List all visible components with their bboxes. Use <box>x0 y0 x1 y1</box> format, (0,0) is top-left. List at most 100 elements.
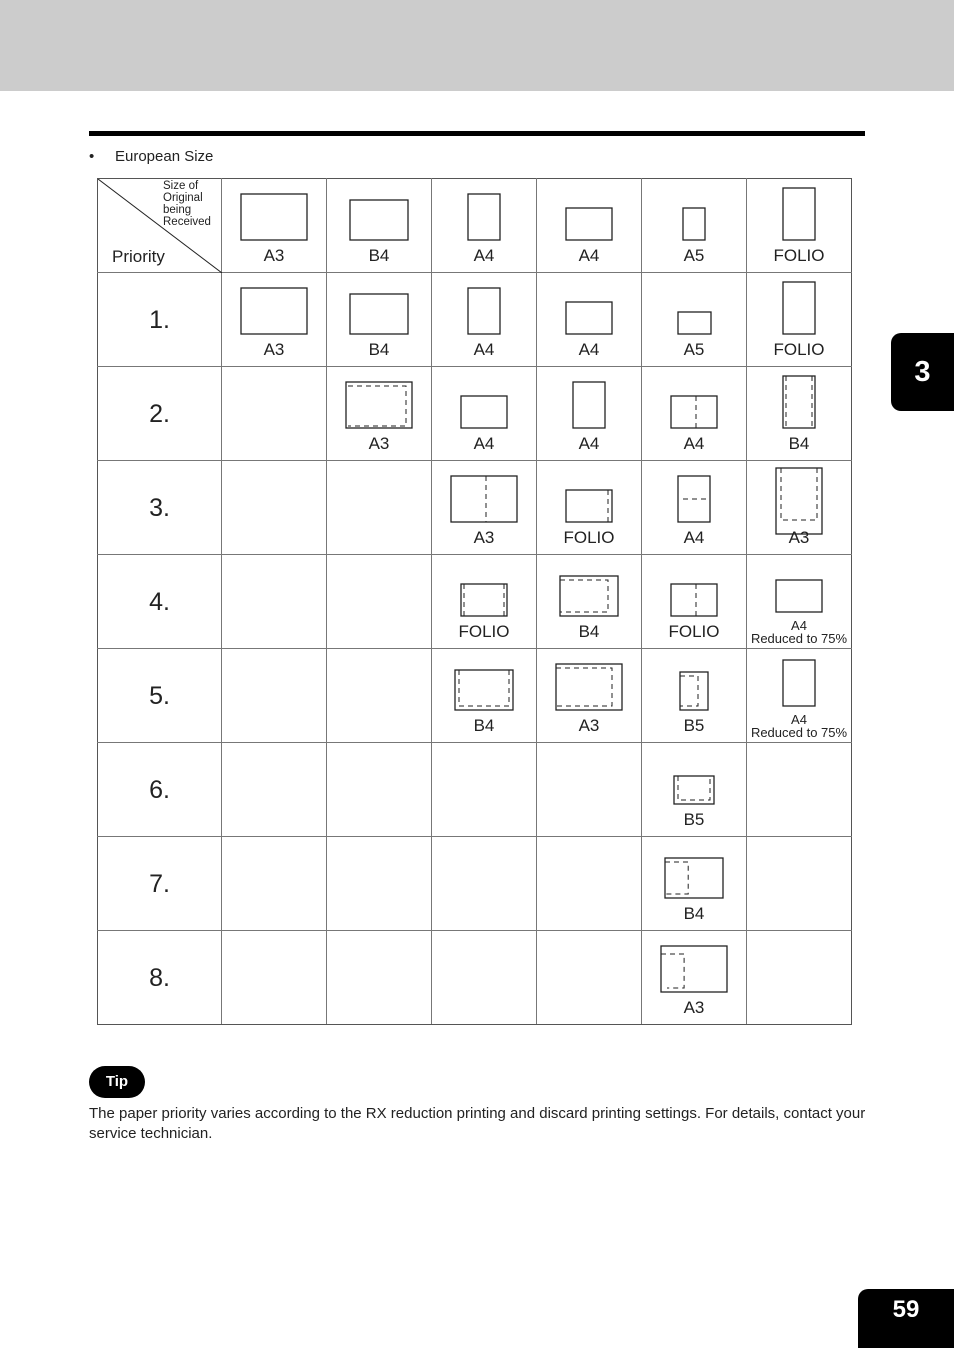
priority-row: 3. A3 FOLIO A4 A3 <box>97 460 852 555</box>
priority-rank-cell: 3. <box>97 460 222 555</box>
size-of-original-header: Size of Original being Received <box>163 180 219 228</box>
empty-cell <box>221 742 327 837</box>
size-note: Reduced to 75% <box>750 725 848 740</box>
paper-size-label: A3 <box>747 528 851 548</box>
paper-icon <box>677 475 711 523</box>
paper-option-cell: A3 <box>746 460 852 555</box>
size-name: B4 <box>368 246 390 265</box>
empty-cell <box>326 836 432 931</box>
paper-icon-holder <box>642 837 746 908</box>
paper-size-label: A3 <box>537 716 641 736</box>
priority-row: 7. B4 <box>97 836 852 931</box>
paper-icon-holder <box>222 273 326 344</box>
paper-size-label: FOLIO <box>642 622 746 642</box>
paper-icon <box>782 187 816 241</box>
paper-icon <box>682 207 706 241</box>
empty-cell <box>326 930 432 1025</box>
paper-priority-table: Size of Original being Received Priority A3 B4… <box>97 178 852 1025</box>
empty-cell <box>221 366 327 461</box>
paper-option-cell: FOLIO <box>536 460 642 555</box>
paper-icon-holder <box>432 367 536 438</box>
size-name: A4 <box>683 528 705 547</box>
empty-cell <box>221 554 327 649</box>
priority-row: 5. B4 A3 B5 A4 Reduced to 75% <box>97 648 852 743</box>
paper-option-cell: A4 <box>431 366 537 461</box>
priority-rank: 4. <box>149 588 170 616</box>
priority-rank: 6. <box>149 776 170 804</box>
size-name: A4 <box>578 246 600 265</box>
size-name: A3 <box>683 998 705 1017</box>
priority-rank-cell: 6. <box>97 742 222 837</box>
paper-option-cell: FOLIO <box>431 554 537 649</box>
paper-size-label: FOLIO <box>432 622 536 642</box>
section-heading: • European Size <box>89 148 213 165</box>
paper-size-label: FOLIO <box>537 528 641 548</box>
priority-rank-cell: 8. <box>97 930 222 1025</box>
empty-cell <box>431 930 537 1025</box>
empty-cell <box>536 836 642 931</box>
priority-rank: 2. <box>149 400 170 428</box>
paper-size-label: B4 <box>747 434 851 454</box>
paper-icon <box>349 199 409 241</box>
paper-option-cell: A5 <box>641 272 747 367</box>
paper-size-label: FOLIO <box>747 340 851 360</box>
paper-icon-holder <box>747 555 851 626</box>
size-name: A4 <box>473 434 495 453</box>
paper-size-label: B4 <box>327 246 431 266</box>
header-band <box>0 0 954 91</box>
size-name: A3 <box>578 716 600 735</box>
paper-size-label: A5 <box>642 340 746 360</box>
paper-option-cell: B4 <box>746 366 852 461</box>
paper-icon-holder <box>327 179 431 250</box>
paper-icon-holder <box>537 649 641 720</box>
paper-icon <box>572 381 606 429</box>
size-name: B4 <box>368 340 390 359</box>
paper-icon <box>565 301 613 335</box>
size-name: FOLIO <box>563 528 615 547</box>
empty-cell <box>746 930 852 1025</box>
paper-icon-holder <box>642 931 746 1002</box>
empty-cell <box>536 930 642 1025</box>
paper-option-cell: B4 <box>641 836 747 931</box>
paper-icon <box>467 287 501 335</box>
paper-size-label: A4 <box>642 528 746 548</box>
section-title: European Size <box>115 148 214 165</box>
size-name: B5 <box>683 716 705 735</box>
paper-icon <box>670 395 718 429</box>
priority-rank-cell: 4. <box>97 554 222 649</box>
paper-icon <box>782 375 816 429</box>
original-size-column-header: FOLIO <box>746 178 852 273</box>
page-number: 59 <box>858 1289 954 1348</box>
paper-icon <box>559 575 619 617</box>
paper-size-label: A3 <box>222 246 326 266</box>
empty-cell <box>221 836 327 931</box>
bullet: • <box>89 148 95 165</box>
empty-cell <box>536 742 642 837</box>
priority-rank-cell: 2. <box>97 366 222 461</box>
paper-icon-holder <box>642 555 746 626</box>
priority-rank: 3. <box>149 494 170 522</box>
paper-option-cell: A4 <box>431 272 537 367</box>
priority-row: 8. A3 <box>97 930 852 1025</box>
size-name: A4 <box>578 434 600 453</box>
paper-icon <box>775 579 823 613</box>
priority-row: 4. FOLIO B4 FOLIO A4 Reduced to 75% <box>97 554 852 649</box>
size-name: A3 <box>368 434 390 453</box>
original-size-column-header: A4 <box>431 178 537 273</box>
chapter-tab[interactable]: 3 <box>891 333 954 411</box>
size-note: Reduced to 75% <box>750 631 848 646</box>
paper-icon <box>664 857 724 899</box>
paper-icon <box>460 583 508 617</box>
paper-icon-holder <box>537 461 641 532</box>
header-line: Original <box>163 192 203 204</box>
paper-size-label: FOLIO <box>747 246 851 266</box>
paper-size-label: A4 <box>432 246 536 266</box>
header-line: Received <box>163 216 211 228</box>
paper-size-label: A5 <box>642 246 746 266</box>
size-name: A3 <box>263 340 285 359</box>
paper-icon-holder <box>747 461 851 535</box>
paper-icon-holder <box>747 649 851 720</box>
paper-icon <box>240 193 308 241</box>
header-line: being <box>163 204 192 216</box>
paper-size-label: A4 Reduced to 75% <box>747 619 851 645</box>
